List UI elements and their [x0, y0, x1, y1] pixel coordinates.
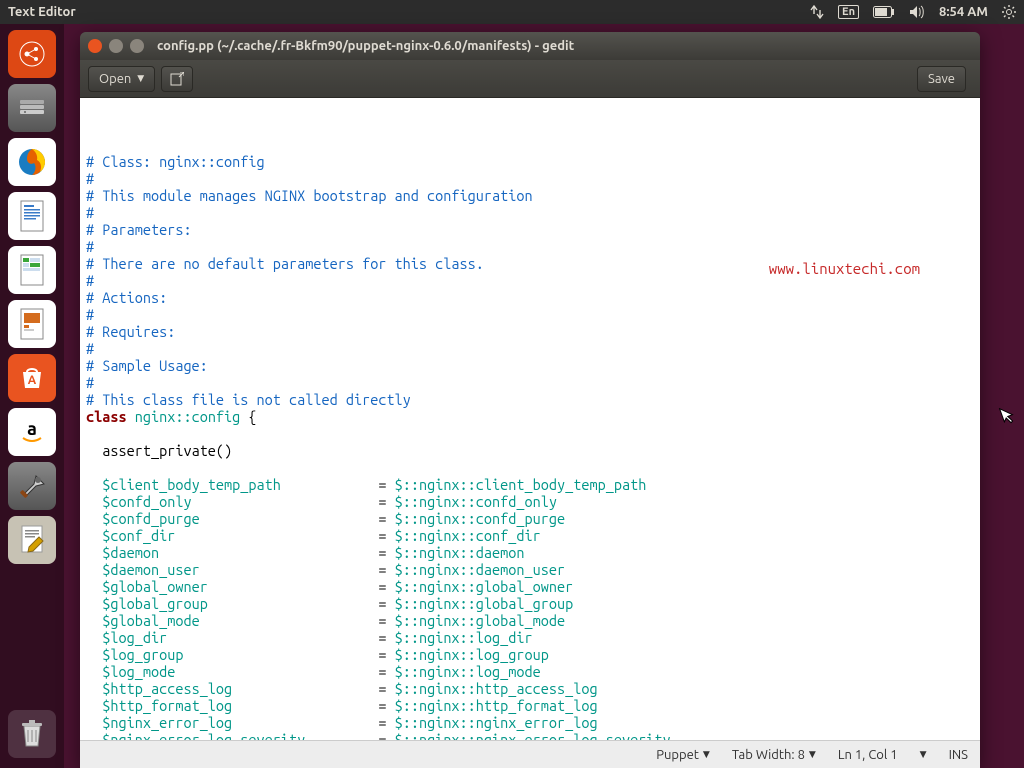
open-button[interactable]: Open ▼ [88, 66, 155, 92]
insert-mode[interactable]: INS [949, 748, 968, 762]
launcher-calc[interactable] [8, 246, 56, 294]
network-icon[interactable] [810, 5, 824, 19]
svg-text:A: A [28, 374, 37, 387]
code-content: # Class: nginx::config # # This module m… [86, 153, 974, 740]
launcher-gedit[interactable] [8, 516, 56, 564]
watermark-url: www.linuxtechi.com [769, 260, 920, 277]
battery-icon[interactable] [873, 6, 895, 18]
launcher-dash[interactable] [8, 30, 56, 78]
launcher-firefox[interactable] [8, 138, 56, 186]
launcher-amazon[interactable]: a [8, 408, 56, 456]
language-selector[interactable]: Puppet▼ [656, 748, 710, 762]
launcher-settings[interactable] [8, 462, 56, 510]
chevron-down-icon: ▼ [920, 749, 927, 760]
launcher-writer[interactable] [8, 192, 56, 240]
toolbar: Open ▼ Save [80, 60, 980, 98]
statusbar: Puppet▼ Tab Width: 8▼ Ln 1, Col 1▼ INS [80, 740, 980, 768]
launcher-impress[interactable] [8, 300, 56, 348]
sound-icon[interactable] [909, 5, 925, 19]
save-button[interactable]: Save [917, 66, 966, 92]
minimize-icon[interactable] [109, 39, 123, 53]
mouse-cursor-icon [998, 403, 1019, 430]
chevron-down-icon: ▼ [137, 73, 144, 84]
window-title: config.pp (~/.cache/.fr-Bkfm90/puppet-ng… [157, 39, 574, 53]
window-titlebar[interactable]: config.pp (~/.cache/.fr-Bkfm90/puppet-ng… [80, 32, 980, 60]
launcher-files[interactable] [8, 84, 56, 132]
new-tab-button[interactable] [161, 66, 193, 92]
cursor-position[interactable]: Ln 1, Col 1▼ [838, 748, 927, 762]
keyboard-indicator[interactable]: En [838, 5, 859, 19]
close-icon[interactable] [88, 39, 102, 53]
unity-launcher: A a [0, 24, 64, 768]
gear-icon[interactable] [1002, 5, 1016, 19]
top-menubar: Text Editor En 8:54 AM [0, 0, 1024, 24]
editor-area[interactable]: www.linuxtechi.com # Class: nginx::confi… [80, 98, 980, 740]
clock[interactable]: 8:54 AM [939, 5, 988, 19]
open-label: Open [99, 72, 131, 86]
svg-text:a: a [27, 419, 37, 439]
app-title: Text Editor [8, 5, 796, 19]
maximize-icon[interactable] [130, 39, 144, 53]
launcher-trash[interactable] [8, 710, 56, 758]
save-label: Save [928, 72, 955, 86]
chevron-down-icon: ▼ [809, 749, 816, 760]
tabwidth-selector[interactable]: Tab Width: 8▼ [732, 748, 816, 762]
gedit-window: config.pp (~/.cache/.fr-Bkfm90/puppet-ng… [80, 32, 980, 768]
launcher-software[interactable]: A [8, 354, 56, 402]
chevron-down-icon: ▼ [703, 749, 710, 760]
